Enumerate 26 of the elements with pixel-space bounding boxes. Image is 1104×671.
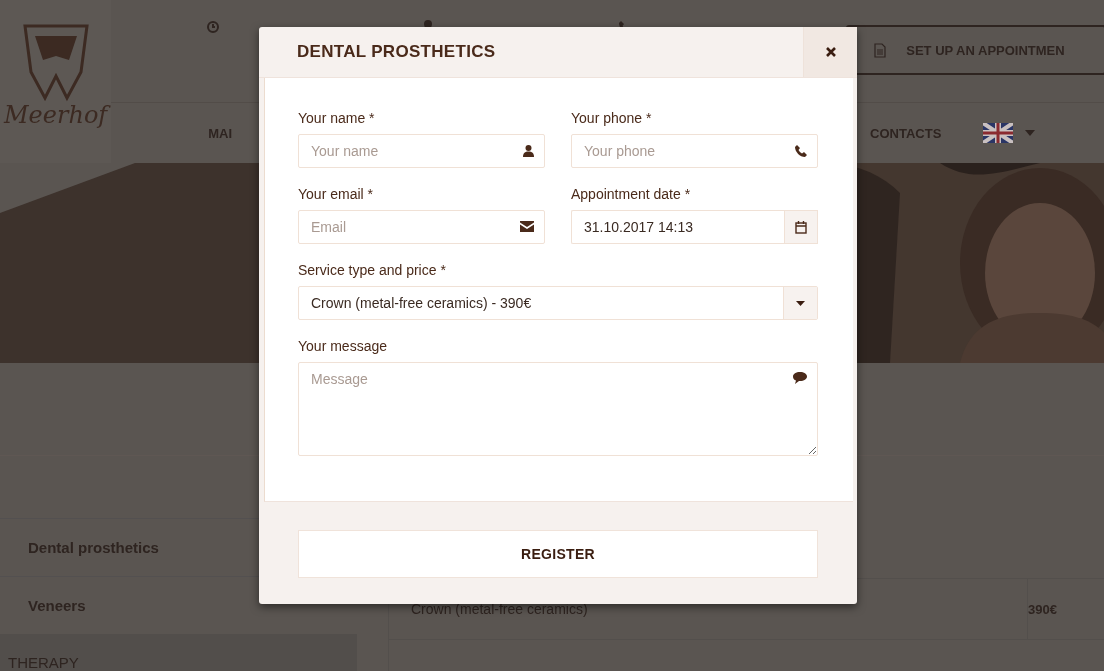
user-icon — [523, 145, 534, 157]
name-field[interactable]: Your name — [298, 134, 545, 168]
email-field[interactable]: Email — [298, 210, 545, 244]
close-icon — [825, 47, 836, 57]
message-field[interactable]: Message — [298, 362, 818, 456]
modal-title: DENTAL PROSTHETICS — [296, 42, 497, 62]
calendar-icon — [795, 220, 807, 234]
field-label: Your phone * — [571, 110, 652, 126]
field-label: Your email * — [298, 186, 373, 202]
field-label: Appointment date * — [571, 186, 691, 202]
clock-icon — [207, 20, 220, 33]
envelope-icon — [520, 221, 534, 232]
date-field[interactable]: 31.10.2017 14:13 — [571, 210, 784, 244]
register-button[interactable]: REGISTER — [298, 530, 818, 578]
speech-bubble-icon — [793, 372, 807, 384]
calendar-button[interactable] — [784, 210, 818, 244]
service-select[interactable]: Crown (metal-free ceramics) - 390€ — [298, 286, 818, 320]
caret-down-icon — [1025, 130, 1036, 136]
flag-icon — [983, 123, 1014, 143]
field-label: Your name * — [298, 110, 375, 126]
language-selector[interactable] — [983, 123, 1036, 143]
field-label: Your message — [298, 338, 387, 354]
caret-down-icon — [796, 300, 805, 306]
field-label: Service type and price * — [298, 262, 446, 278]
phone-field[interactable]: Your phone — [571, 134, 818, 168]
document-icon — [874, 42, 887, 58]
